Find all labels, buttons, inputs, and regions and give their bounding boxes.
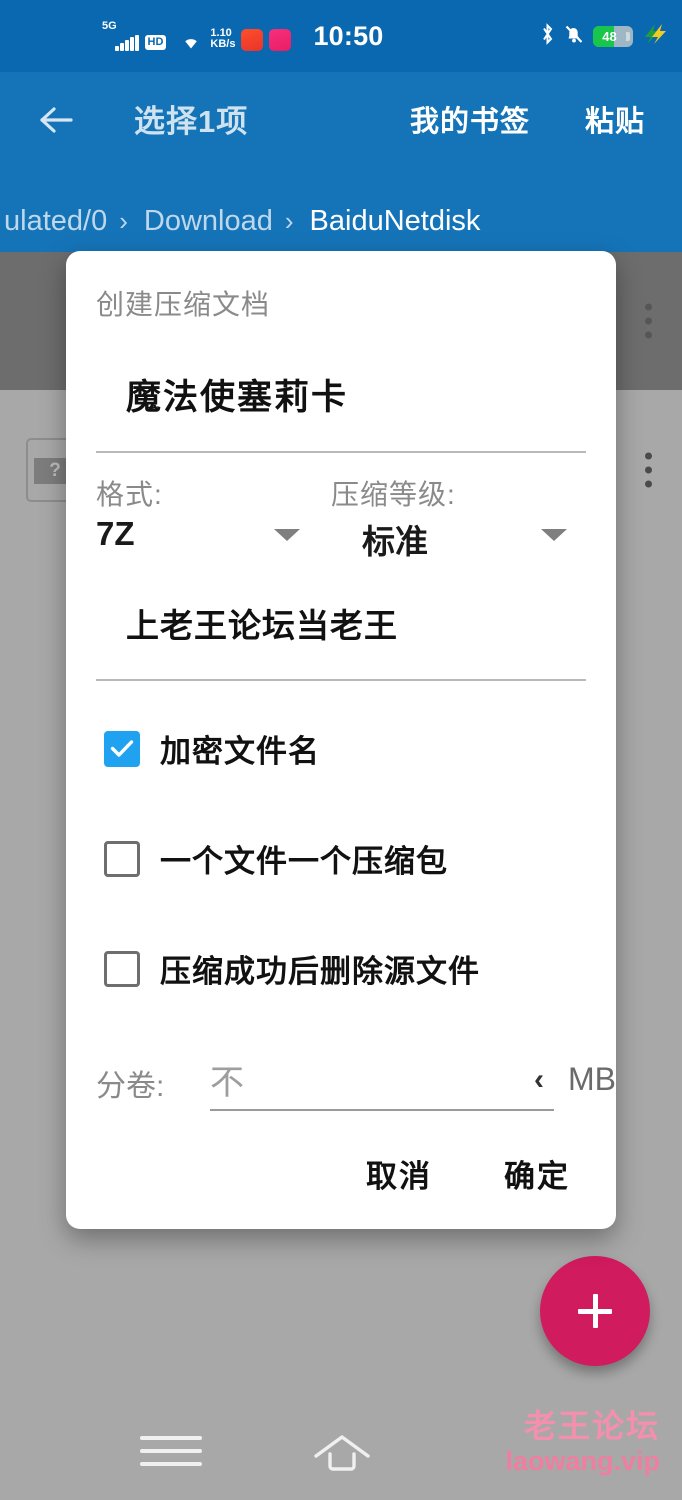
split-volume-input[interactable]: 不 — [210, 1055, 244, 1104]
add-fab-button[interactable] — [540, 1256, 650, 1366]
breadcrumb: ulated/0 › Download › BaiduNetdisk — [0, 190, 682, 252]
mute-icon — [564, 23, 584, 50]
back-arrow-icon[interactable] — [36, 100, 76, 140]
battery-percent-label: 48 — [602, 28, 617, 44]
notification-app-icon-2 — [269, 29, 292, 51]
checkbox-one-archive-per-file[interactable] — [104, 840, 140, 877]
overflow-menu-icon[interactable] — [645, 452, 652, 488]
format-label: 格式: — [96, 479, 163, 510]
breadcrumb-item-0[interactable]: ulated/0 — [4, 205, 107, 238]
data-rate-indicator: 1.10 KB/s — [210, 27, 236, 51]
divider — [96, 679, 586, 681]
status-bar-clock: 10:50 — [313, 20, 384, 51]
split-volume-row: 分卷: 不 ‹ MB — [96, 1051, 616, 1115]
bluetooth-icon — [540, 22, 555, 50]
breadcrumb-separator-icon: › — [284, 205, 294, 236]
hd-icon: HD — [144, 35, 167, 50]
chevron-down-icon[interactable] — [541, 529, 567, 541]
breadcrumb-item-2[interactable]: BaiduNetdisk — [310, 205, 481, 238]
my-bookmarks-button[interactable]: 我的书签 — [410, 98, 530, 140]
compression-level-label: 压缩等级: — [331, 479, 456, 510]
checkbox-row-encrypt-filenames[interactable]: 加密文件名 — [104, 726, 320, 771]
selection-title: 选择1项 — [134, 104, 249, 139]
battery-icon: 48 — [593, 25, 633, 47]
confirm-button[interactable]: 确定 — [504, 1151, 570, 1196]
cancel-button[interactable]: 取消 — [366, 1151, 432, 1196]
format-select-value[interactable]: 7Z — [96, 515, 135, 553]
plus-icon-vertical — [592, 1294, 598, 1328]
archive-name-input[interactable]: 魔法使塞莉卡 — [126, 369, 586, 420]
split-volume-input-wrap[interactable]: 不 ‹ — [210, 1051, 554, 1111]
overflow-menu-icon[interactable] — [645, 303, 652, 339]
password-input[interactable]: 上老王论坛当老王 — [126, 599, 586, 647]
split-volume-unit-label: MB — [568, 1061, 616, 1097]
breadcrumb-separator-icon: › — [119, 205, 128, 236]
network-type-label: 5G — [102, 20, 117, 32]
status-bar-right-icons: 48 — [540, 0, 668, 72]
signal-strength-bars — [115, 35, 139, 51]
app-toolbar: 选择1项 我的书签 粘贴 ulated/0 › Download › Baidu… — [0, 72, 682, 252]
checkbox-encrypt-filenames[interactable] — [104, 730, 140, 767]
checkbox-row-delete-source-after[interactable]: 压缩成功后删除源文件 — [104, 946, 480, 991]
system-navigation-bar — [0, 1408, 682, 1500]
split-volume-label: 分卷: — [96, 1070, 165, 1103]
compression-level-select-value[interactable]: 标准 — [362, 515, 428, 563]
dialog-title: 创建压缩文档 — [96, 289, 271, 320]
chevron-down-icon[interactable] — [274, 529, 300, 541]
checkbox-delete-source-after[interactable] — [104, 950, 140, 987]
checkbox-label: 一个文件一个压缩包 — [160, 844, 448, 879]
status-bar: 5G HD 1.10 KB/s 10:50 48 — [0, 0, 682, 72]
data-rate-unit: KB/s — [210, 38, 236, 51]
checkbox-label: 压缩成功后删除源文件 — [160, 954, 480, 989]
chevron-left-icon[interactable]: ‹ — [534, 1063, 544, 1097]
checkbox-label: 加密文件名 — [160, 734, 320, 769]
wifi-icon — [180, 31, 202, 51]
charging-bolt-icon — [642, 22, 668, 51]
checkbox-row-one-archive-per-file[interactable]: 一个文件一个压缩包 — [104, 836, 448, 881]
status-bar-left-icons: 5G HD 1.10 KB/s — [102, 20, 292, 51]
divider — [96, 451, 586, 453]
home-icon[interactable] — [310, 1432, 374, 1481]
signal-bars-icon: 5G — [102, 20, 139, 51]
notification-app-icon-1 — [241, 29, 264, 51]
paste-button[interactable]: 粘贴 — [585, 98, 645, 140]
recent-apps-icon[interactable] — [140, 1436, 202, 1472]
breadcrumb-item-1[interactable]: Download — [144, 205, 273, 238]
create-archive-dialog: 创建压缩文档 魔法使塞莉卡 格式: 7Z 压缩等级: 标准 上老王论坛当老王 加… — [66, 251, 616, 1229]
phone-screen: 5G HD 1.10 KB/s 10:50 48 选择1项 我的书签 粘贴 ul… — [0, 0, 682, 1500]
